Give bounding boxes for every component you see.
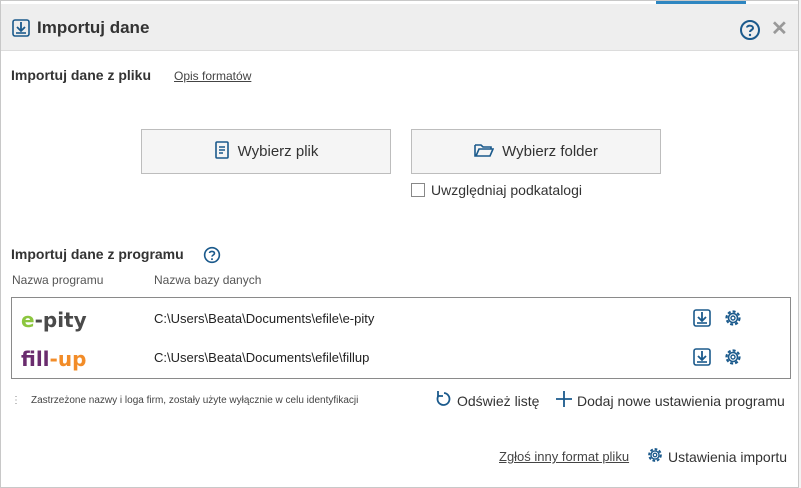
import-dialog: Importuj dane ✕ Importuj dane z pliku Op…	[0, 0, 799, 488]
import-settings-button[interactable]: Ustawienia importu	[646, 446, 787, 467]
disclaimer-text: Zastrzeżone nazwy i loga firm, zostały u…	[31, 395, 359, 406]
help-circle-icon[interactable]	[739, 19, 761, 41]
program-section-title: Importuj dane z programu	[11, 246, 184, 262]
formats-link[interactable]: Opis formatów	[174, 69, 251, 83]
disclaimer: ⋮ Zastrzeżone nazwy i loga firm, zostały…	[11, 395, 358, 406]
file-section-title: Importuj dane z pliku	[11, 67, 152, 83]
refresh-icon	[435, 390, 457, 411]
folder-open-icon	[474, 142, 502, 162]
import-icon[interactable]	[692, 308, 712, 328]
column-header-database: Nazwa bazy danych	[154, 273, 262, 287]
fill-up-logo: fill-up	[21, 347, 87, 371]
include-subfolders-label: Uwzględniaj podkatalogi	[431, 182, 582, 198]
plus-icon	[555, 390, 577, 411]
choose-file-label: Wybierz plik	[237, 143, 319, 160]
gear-icon[interactable]	[723, 347, 743, 367]
import-icon[interactable]	[692, 347, 712, 367]
choose-folder-button[interactable]: Wybierz folder	[411, 129, 661, 174]
refresh-list-button[interactable]: Odśwież listę	[435, 390, 539, 411]
database-path: C:\Users\Beata\Documents\efile\fillup	[154, 350, 370, 365]
add-program-settings-button[interactable]: Dodaj nowe ustawienia programu	[555, 390, 785, 411]
gear-icon[interactable]	[723, 308, 743, 328]
import-icon	[11, 18, 31, 38]
table-row[interactable]: e-pity C:\Users\Beata\Documents\efile\e-…	[12, 300, 790, 338]
choose-folder-label: Wybierz folder	[502, 143, 598, 160]
document-icon	[214, 140, 238, 163]
dialog-title: Importuj dane	[37, 18, 150, 37]
refresh-list-label: Odśwież listę	[457, 392, 540, 409]
report-format-link[interactable]: Zgłoś inny format pliku	[499, 449, 629, 464]
include-subfolders-row[interactable]: Uwzględniaj podkatalogi	[411, 182, 582, 198]
include-subfolders-checkbox[interactable]	[411, 183, 425, 197]
table-row[interactable]: fill-up C:\Users\Beata\Documents\efile\f…	[12, 339, 790, 377]
add-program-settings-label: Dodaj nowe ustawienia programu	[577, 392, 785, 409]
import-settings-label: Ustawienia importu	[668, 448, 788, 465]
programs-table: e-pity C:\Users\Beata\Documents\efile\e-…	[11, 297, 791, 379]
help-circle-icon[interactable]	[203, 246, 221, 264]
column-header-program: Nazwa programu	[12, 273, 104, 287]
e-pity-logo: e-pity	[21, 308, 87, 332]
drag-handle-icon: ⋮	[11, 395, 21, 406]
choose-file-button[interactable]: Wybierz plik	[141, 129, 391, 174]
close-icon[interactable]: ✕	[771, 18, 788, 40]
title-bar: Importuj dane ✕	[1, 4, 798, 51]
gear-icon	[646, 446, 668, 467]
database-path: C:\Users\Beata\Documents\efile\e-pity	[154, 311, 375, 326]
